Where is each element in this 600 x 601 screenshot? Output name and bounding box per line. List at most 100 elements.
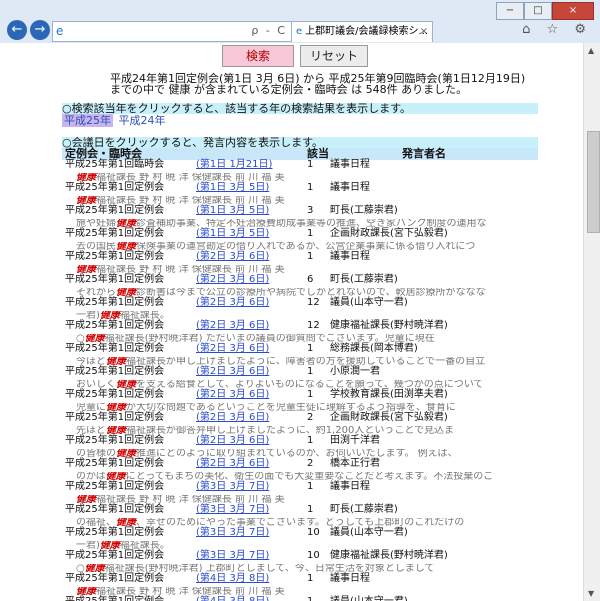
meeting-date-link[interactable]: (第2日 3月 6日) [196, 275, 269, 285]
ie-logo-icon: e [56, 24, 64, 38]
result-row: 平成25年第1回臨時会 (第1日 1月21日) 1 議事日程 [62, 160, 542, 173]
meeting-date-link[interactable]: (第2日 3月 6日) [196, 390, 269, 400]
speaker-name: 学校教育課長(田渕準夫君) [330, 389, 448, 400]
item-number: 1 [307, 182, 314, 193]
item-number: 1 [307, 343, 314, 354]
result-row: 平成25年第1回定例会 (第2日 3月 6日) 1 田渕千洋君 [62, 436, 542, 449]
meeting-name: 平成25年第1回定例会 [65, 297, 165, 308]
meeting-date-link[interactable]: (第2日 3月 6日) [196, 436, 269, 446]
excerpt-post: 推進にどのように取り組まれているのか、お伺いいたします。 例えば、 [136, 449, 458, 459]
meeting-name: 平成25年第1回定例会 [65, 343, 165, 354]
speaker-name: 議事日程 [330, 573, 370, 584]
scroll-thumb[interactable] [587, 131, 600, 233]
excerpt-post: 、幸せのためにやった事業でございます。どうしても上郡町のこれだけの [136, 518, 465, 528]
result-row: 平成25年第1回定例会 (第2日 3月 6日) 1 学校教育課長(田渕準夫君) [62, 390, 542, 403]
meeting-date-link[interactable]: (第2日 3月 6日) [196, 321, 269, 331]
meeting-date-link[interactable]: (第3日 3月 7日) [196, 482, 269, 492]
speaker-name: 総務課長(岡本博君) [330, 343, 418, 354]
year-links: 平成25年 平成24年 [62, 114, 542, 127]
tab-ie-icon: e [296, 26, 303, 37]
meeting-name: 平成25年第1回定例会 [65, 205, 165, 216]
meeting-date-link[interactable]: (第3日 3月 7日) [196, 505, 269, 515]
speaker-name: 町長(工藤崇君) [330, 504, 398, 515]
speaker-name: 町長(工藤崇君) [330, 205, 398, 216]
result-row: 平成25年第1回定例会 (第3日 3月 7日) 10 議員(山本守一君) [62, 528, 542, 541]
item-number: 2 [307, 458, 314, 469]
item-number: 10 [307, 550, 320, 561]
year-link-h25[interactable]: 平成25年 [62, 114, 113, 127]
year-hint: ○検索該当年をクリックすると、該当する年の検索結果を表示します。 [62, 103, 538, 114]
speaker-name: 議事日程 [330, 481, 370, 492]
page-viewport: 検索 リセット 平成24年第1回定例会(第1日 3月 6日) から 平成25年第… [0, 43, 583, 601]
button-row: 検索 リセット [62, 43, 542, 73]
speaker-name: 議事日程 [330, 251, 370, 262]
speaker-name: 町長(工藤崇君) [330, 274, 398, 285]
results-list: 平成25年第1回臨時会 (第1日 1月21日) 1 議事日程 健康福祉課長 野 村 暁 … [62, 160, 542, 601]
excerpt-post: 福祉課長が御答弁申し上げましたように、約1,200人ということで見込ま [126, 426, 455, 436]
meeting-date-link[interactable]: (第4日 3月 8日) [196, 574, 269, 584]
tab-close-icon[interactable]: × [420, 22, 428, 42]
search-button[interactable]: 検索 [222, 45, 294, 67]
browser-chrome: − □ × ← → e ρ - C e 上郡町議会/会議録検索シ... × ⌂ ☆… [0, 0, 600, 44]
address-bar[interactable]: e ρ - C [52, 21, 292, 42]
meeting-date-link[interactable]: (第2日 3月 6日) [196, 367, 269, 377]
meeting-name: 平成25年第1回定例会 [65, 435, 165, 446]
item-number: 1 [307, 251, 314, 262]
result-row: 平成25年第1回定例会 (第3日 3月 7日) 10 健康福祉課長(野村暁洋君) [62, 551, 542, 564]
result-row: 平成25年第1回定例会 (第3日 3月 7日) 1 議事日程 [62, 482, 542, 495]
meeting-name: 平成25年第1回定例会 [65, 366, 165, 377]
speaker-name: 議員(山本守一君) [330, 527, 408, 538]
col-speaker: 発言者名 [402, 147, 446, 160]
reset-button[interactable]: リセット [300, 45, 368, 67]
meeting-name: 平成25年第1回定例会 [65, 550, 165, 561]
meeting-name: 平成25年第1回定例会 [65, 597, 164, 601]
meeting-date-link[interactable]: (第2日 3月 6日) [196, 344, 269, 354]
meeting-date-link[interactable]: (第2日 3月 6日) [196, 459, 269, 469]
browser-tools-icons[interactable]: ⌂ ☆ ⚙ [522, 22, 592, 37]
meeting-date-link[interactable]: (第3日 3月 7日) [196, 551, 269, 561]
vertical-scrollbar[interactable]: ▲ ▼ [583, 43, 600, 601]
forward-button[interactable]: → [30, 20, 50, 40]
meeting-date-link[interactable]: (第1日 3月 5日) [196, 229, 269, 239]
meeting-date-link[interactable]: (第2日 3月 6日) [196, 298, 269, 308]
meeting-date-link[interactable]: (第2日 3月 6日) [196, 413, 269, 423]
speaker-name: 議事日程 [330, 159, 370, 170]
minimize-button[interactable]: − [496, 2, 524, 20]
meeting-date-link[interactable]: (第3日 3月 7日) [196, 528, 269, 538]
meeting-name: 平成25年第1回定例会 [65, 573, 165, 584]
meeting-date-link[interactable]: (第1日 1月21日) [196, 160, 272, 170]
item-number: 2 [307, 412, 314, 423]
meeting-date-link[interactable]: (第1日 3月 5日) [196, 183, 269, 193]
item-number: 1 [307, 573, 314, 584]
speaker-name: 橋本正行君 [330, 458, 380, 469]
meeting-date-link[interactable]: (第1日 3月 5日) [196, 206, 269, 216]
item-number: 12 [307, 297, 320, 308]
speaker-name: 健康福祉課長(野村暁洋君) [330, 550, 448, 561]
browser-tab[interactable]: e 上郡町議会/会議録検索シ... × [291, 21, 433, 42]
meeting-name: 平成25年第1回定例会 [65, 182, 165, 193]
speaker-name: 健康福祉課長(野村暁洋君) [330, 320, 448, 331]
year-link-h24[interactable]: 平成24年 [117, 114, 168, 127]
window-controls: − □ × [496, 2, 594, 20]
meeting-name: 平成25年第1回定例会 [65, 251, 165, 262]
result-row: 平成25年第1回定例会 (第4日 3月 8日) 1 議員(山本守一君) [62, 597, 542, 601]
speaker-name: 議員(山本守一君) [330, 597, 408, 601]
item-number: 1 [307, 504, 314, 515]
speaker-name: 田渕千洋君 [330, 435, 380, 446]
scroll-down-icon[interactable]: ▼ [588, 589, 594, 598]
meeting-name: 平成25年第1回定例会 [65, 504, 165, 515]
meeting-name: 平成25年第1回定例会 [65, 274, 165, 285]
meeting-date-link[interactable]: (第2日 3月 6日) [196, 252, 269, 262]
result-row: 平成25年第1回定例会 (第2日 3月 6日) 1 議事日程 [62, 252, 542, 265]
meeting-date-link[interactable]: (第4日 3月 8日) [196, 597, 269, 601]
meeting-name: 平成25年第1回臨時会 [65, 159, 165, 170]
speaker-name: 企画財政課長(宮下弘毅君) [330, 228, 448, 239]
maximize-button[interactable]: □ [524, 2, 552, 20]
item-number: 1 [307, 597, 313, 601]
result-row: 平成25年第1回定例会 (第2日 3月 6日) 1 総務課長(岡本博君) [62, 344, 542, 357]
scroll-up-icon[interactable]: ▲ [588, 46, 594, 55]
close-window-button[interactable]: × [552, 2, 594, 20]
item-number: 1 [307, 435, 314, 446]
address-tools-icon[interactable]: ρ - C [251, 24, 287, 37]
back-button[interactable]: ← [7, 20, 27, 40]
